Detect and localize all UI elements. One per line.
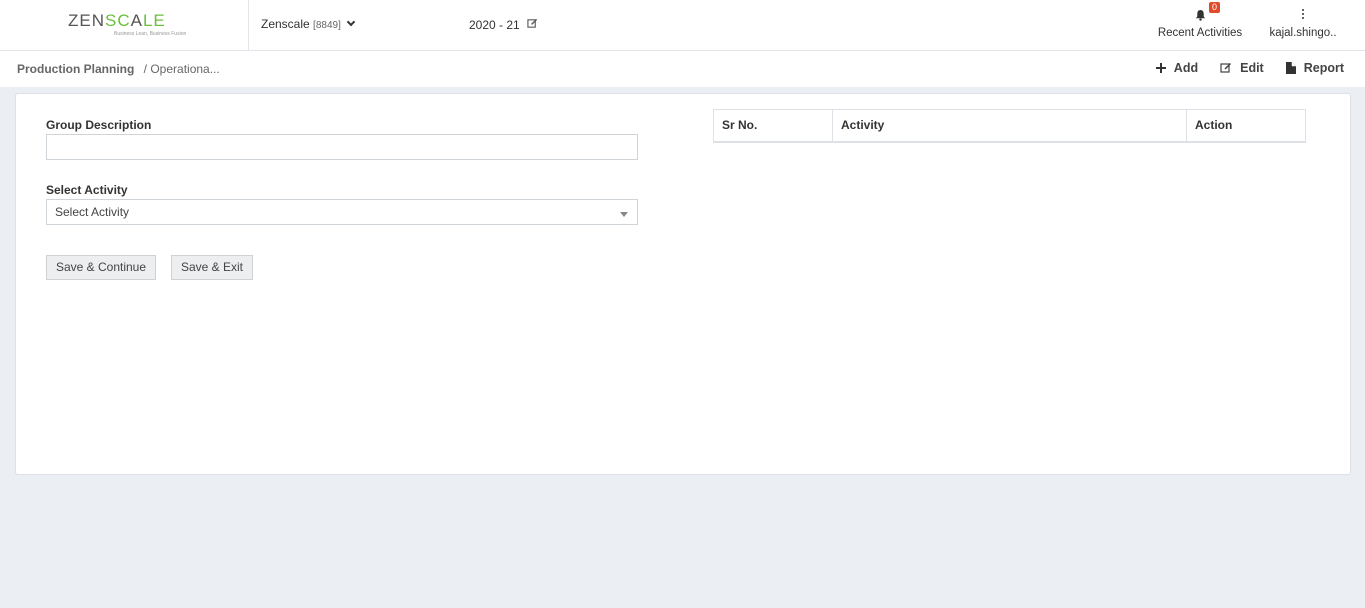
financial-year-selector[interactable]: 2020 - 21	[469, 18, 538, 32]
report-button[interactable]: Report	[1285, 61, 1344, 75]
user-name: kajal.shingo..	[1269, 27, 1337, 39]
file-icon	[1285, 62, 1296, 74]
edit-icon	[527, 18, 538, 32]
header-divider	[248, 0, 249, 51]
bell-icon	[1195, 9, 1206, 21]
form-card: Group Description Select Activity Select…	[15, 93, 1351, 475]
select-activity-value: Select Activity	[55, 205, 130, 219]
toolbar-actions: Add Edit Report	[1155, 61, 1344, 75]
logo-tagline: Business Lean, Business Fusion	[114, 31, 187, 37]
logo-text: ZENSCALE	[68, 11, 166, 30]
edit-button[interactable]: Edit	[1220, 61, 1264, 75]
add-button[interactable]: Add	[1155, 61, 1199, 75]
user-menu[interactable]: kajal.shingo..	[1266, 6, 1340, 39]
breadcrumb-current-page: / Operationa...	[143, 62, 220, 76]
recent-activities-label: Recent Activities	[1157, 27, 1243, 39]
group-description-label: Group Description	[46, 118, 152, 132]
activity-table: Sr No. Activity Action	[713, 109, 1306, 143]
chevron-down-icon	[346, 17, 356, 27]
save-continue-button[interactable]: Save & Continue	[46, 255, 156, 280]
company-selector[interactable]: Zenscale [8849]	[261, 17, 356, 31]
report-label: Report	[1303, 61, 1344, 75]
group-description-input[interactable]	[46, 134, 638, 160]
select-activity-label: Select Activity	[46, 183, 128, 197]
plus-icon	[1155, 63, 1166, 73]
page-toolbar: Production Planning / Operationa... Add …	[0, 51, 1365, 87]
column-header-activity: Activity	[832, 109, 1187, 143]
edit-label: Edit	[1240, 61, 1264, 75]
company-code: [8849]	[313, 20, 341, 31]
column-header-sr-no: Sr No.	[713, 109, 833, 143]
select-activity-dropdown[interactable]: Select Activity	[46, 199, 638, 225]
save-exit-button[interactable]: Save & Exit	[171, 255, 253, 280]
caret-down-icon	[620, 212, 628, 217]
column-header-action: Action	[1186, 109, 1306, 143]
edit-icon	[1220, 62, 1232, 74]
financial-year-label: 2020 - 21	[469, 18, 520, 32]
add-label: Add	[1173, 61, 1199, 75]
more-vertical-icon	[1302, 9, 1305, 20]
zenscale-logo[interactable]: ZENSCALE Business Lean, Business Fusion	[68, 11, 187, 37]
notification-count-badge: 0	[1209, 2, 1221, 13]
breadcrumb: Production Planning / Operationa...	[17, 62, 220, 76]
recent-activities-button[interactable]: 0 Recent Activities	[1152, 2, 1248, 39]
table-header-row: Sr No. Activity Action	[713, 109, 1306, 143]
company-name: Zenscale	[261, 17, 310, 31]
breadcrumb-module[interactable]: Production Planning	[17, 62, 134, 76]
top-navbar: ZENSCALE Business Lean, Business Fusion …	[0, 0, 1365, 51]
